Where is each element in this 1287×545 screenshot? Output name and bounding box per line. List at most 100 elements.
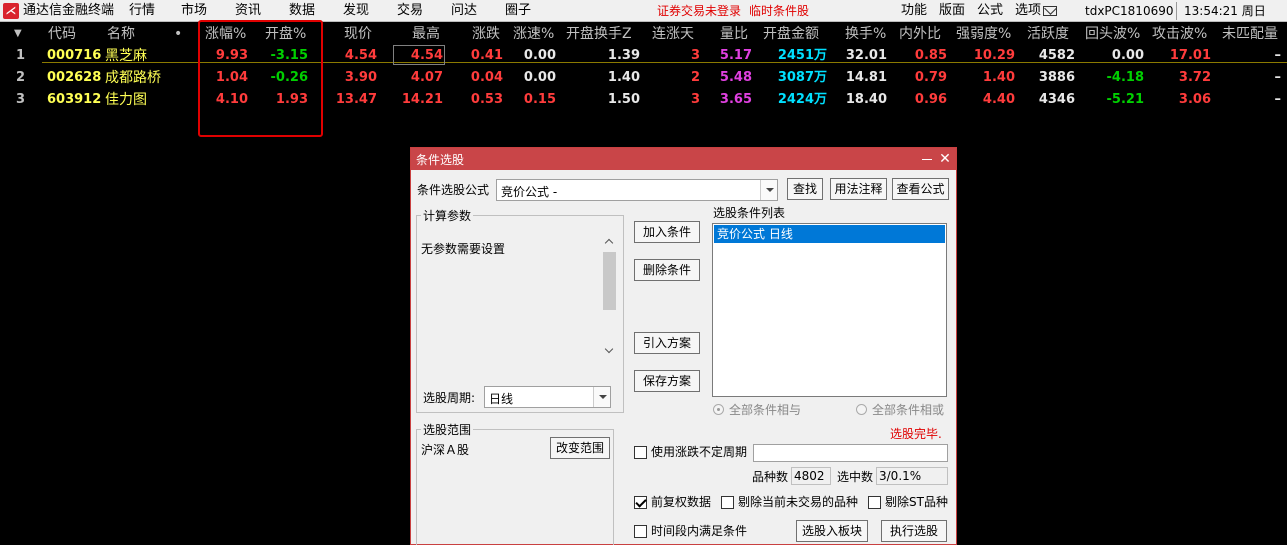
sort-down-icon[interactable]: ▼ (14, 24, 22, 44)
chevron-up-icon[interactable] (605, 238, 613, 246)
col-header-attack[interactable]: 攻击波% (1152, 24, 1207, 44)
menu-news[interactable]: 资讯 (235, 3, 261, 19)
formula-label: 条件选股公式 (417, 183, 490, 197)
radio-all-or[interactable] (856, 404, 867, 415)
save-scheme-button[interactable]: 保存方案 (634, 370, 700, 392)
activity: 4346 (1038, 92, 1075, 107)
high: 4.07 (410, 70, 443, 85)
col-header-vol-ratio[interactable]: 量比 (720, 24, 748, 44)
scope-group-title: 选股范围 (421, 423, 474, 437)
period-select[interactable]: 日线 (484, 386, 611, 408)
time-range-checkbox[interactable] (634, 525, 647, 538)
app-logo-icon: ⋌ (3, 3, 19, 19)
vol-ratio: 5.48 (719, 70, 752, 85)
col-header-up-days[interactable]: 连涨天 (652, 24, 694, 44)
selected-cell-outline (393, 45, 445, 65)
delete-condition-button[interactable]: 删除条件 (634, 259, 700, 281)
strength: 10.29 (973, 48, 1015, 63)
menu-data[interactable]: 数据 (289, 3, 315, 19)
chevron-down-icon[interactable] (593, 387, 610, 407)
menu-bar: ⋌ 通达信金融终端 行情 市场 资讯 数据 发现 交易 问达 圈子 证券交易未登… (0, 0, 1287, 22)
menu-options[interactable]: 选项 (1015, 3, 1041, 19)
scroll-thumb[interactable] (603, 252, 616, 310)
add-to-block-button[interactable]: 选股入板块 (796, 520, 868, 542)
formula-select[interactable]: 竞价公式 - (496, 179, 778, 201)
close-icon[interactable]: ✕ (938, 151, 952, 167)
period-select-value: 日线 (489, 392, 514, 406)
condition-list-label: 选股条件列表 (713, 206, 786, 220)
attack: 3.72 (1178, 70, 1211, 85)
list-item[interactable]: 竞价公式 日线 (714, 225, 945, 243)
menu-trade[interactable]: 交易 (397, 3, 423, 19)
activity: 4582 (1038, 48, 1075, 63)
col-header-open-turnover[interactable]: 开盘换手Z (566, 24, 632, 44)
price: 13.47 (335, 92, 377, 107)
params-scrollbar[interactable] (601, 234, 618, 359)
menu-discover[interactable]: 发现 (343, 3, 369, 19)
exclude-untraded-checkbox[interactable] (721, 496, 734, 509)
selected-count-value: 3/0.1% (876, 467, 948, 485)
col-header-name[interactable]: 名称 (107, 24, 135, 44)
menu-formula[interactable]: 公式 (977, 3, 1003, 19)
add-condition-button[interactable]: 加入条件 (634, 221, 700, 243)
vol-ratio: 3.65 (719, 92, 752, 107)
unfixed-period-label: 使用涨跌不定周期 (651, 445, 748, 459)
radio-all-and[interactable] (713, 404, 724, 415)
col-header-code[interactable]: 代码 (48, 24, 76, 44)
change: 0.53 (470, 92, 503, 107)
menu-layout[interactable]: 版面 (939, 3, 965, 19)
count-label: 品种数 (752, 470, 789, 484)
col-header-unmatched[interactable]: 未匹配量 (1222, 24, 1278, 44)
unfixed-period-input[interactable] (753, 444, 948, 462)
app-title: 通达信金融终端 (23, 3, 115, 18)
stock-code[interactable]: 000716 (47, 46, 101, 66)
menu-wenda[interactable]: 问达 (451, 3, 477, 19)
col-header-turnover[interactable]: 换手% (845, 24, 886, 44)
chevron-down-icon[interactable] (760, 180, 777, 200)
pre-adjust-checkbox[interactable] (634, 496, 647, 509)
stock-code[interactable]: 002628 (47, 68, 101, 88)
open-amount: 2451万 (777, 48, 827, 63)
usage-notes-button[interactable]: 用法注释 (830, 178, 887, 200)
col-header-high[interactable]: 最高 (412, 24, 440, 44)
col-header-speed[interactable]: 涨速% (513, 24, 554, 44)
find-button[interactable]: 查找 (787, 178, 823, 200)
stock-code[interactable]: 603912 (47, 90, 101, 110)
up-days: 3 (690, 92, 700, 107)
stock-name[interactable]: 黑芝麻 (105, 46, 147, 66)
menu-market[interactable]: 市场 (181, 3, 207, 19)
view-formula-button[interactable]: 查看公式 (892, 178, 949, 200)
strength: 4.40 (982, 92, 1015, 107)
stock-name[interactable]: 成都路桥 (105, 68, 161, 88)
execute-screening-button[interactable]: 执行选股 (881, 520, 947, 542)
col-header-price[interactable]: 现价 (344, 24, 372, 44)
chevron-down-icon[interactable] (605, 346, 613, 354)
pullback: -4.18 (1106, 70, 1144, 85)
col-header-activity[interactable]: 活跃度 (1027, 24, 1069, 44)
stock-screening-dialog: 条件选股 ✕ 条件选股公式 竞价公式 - 查找 用法注释 查看公式 计算参数 无… (410, 147, 957, 545)
minimize-icon[interactable] (921, 151, 933, 167)
col-header-change[interactable]: 涨跌 (472, 24, 500, 44)
col-header-pullback[interactable]: 回头波% (1085, 24, 1140, 44)
stock-grid: ▼ 代码 名称 • 涨幅% 开盘% 现价 最高 涨跌 涨速% 开盘换手Z 连涨天… (0, 22, 1287, 112)
col-header-in-out[interactable]: 内外比 (899, 24, 941, 44)
high: 14.21 (401, 92, 443, 107)
import-scheme-button[interactable]: 引入方案 (634, 332, 700, 354)
mail-icon[interactable] (1043, 6, 1057, 16)
menu-function[interactable]: 功能 (901, 3, 927, 19)
speed: 0.00 (523, 48, 556, 63)
turnover: 32.01 (845, 48, 887, 63)
menu-market-quotes[interactable]: 行情 (129, 3, 155, 19)
col-header-strength[interactable]: 强弱度% (956, 24, 1011, 44)
exclude-st-checkbox[interactable] (868, 496, 881, 509)
unfixed-period-checkbox[interactable] (634, 446, 647, 459)
col-header-open-amount[interactable]: 开盘金额 (763, 24, 819, 44)
menu-circle[interactable]: 圈子 (505, 3, 531, 19)
condition-list[interactable]: 竞价公式 日线 (712, 223, 947, 397)
open-amount: 3087万 (777, 70, 827, 85)
trade-login-status[interactable]: 证券交易未登录 (657, 3, 741, 19)
change: 0.41 (470, 48, 503, 63)
change-scope-button[interactable]: 改变范围 (550, 437, 610, 459)
stock-name[interactable]: 佳力图 (105, 90, 147, 110)
dialog-title-bar[interactable]: 条件选股 ✕ (411, 148, 956, 170)
